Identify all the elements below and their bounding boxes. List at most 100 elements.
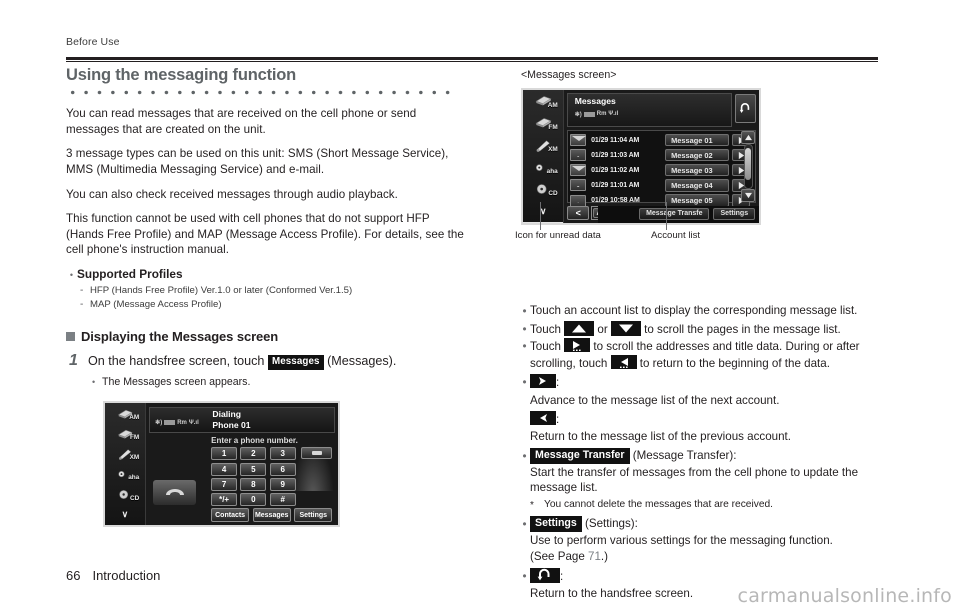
key-3[interactable]: 3 <box>269 447 296 461</box>
note-6-label: (Settings): <box>581 516 638 530</box>
note-5-text: Message Transfer (Message Transfer): Sta… <box>530 447 879 514</box>
profile-item-map: - MAP (Message Access Profile) <box>80 298 466 312</box>
settings-button[interactable]: Settings <box>294 508 333 522</box>
message-list[interactable]: 01/29 11:04 AM Message 01 01/29 11:03 AM… <box>567 129 757 207</box>
previous-account-button[interactable]: < <box>567 206 590 220</box>
side-item-aha[interactable]: aha <box>523 156 563 178</box>
side-item-more[interactable]: ∨ <box>523 200 563 222</box>
supported-profiles-bullet: • Supported Profiles <box>66 267 466 284</box>
dial-title: Dialing <box>212 409 242 420</box>
see-page-number[interactable]: 71 <box>588 550 601 563</box>
message-date: 01/29 11:02 AM <box>591 166 640 174</box>
key-8[interactable]: 8 <box>240 477 267 491</box>
key-hash[interactable]: # <box>269 493 296 506</box>
return-key-chip <box>530 567 560 583</box>
battery-icon <box>583 111 595 117</box>
key-7[interactable]: 7 <box>211 477 238 491</box>
note-6-reference: (See Page 71.) <box>530 549 879 565</box>
messages-button[interactable]: Messages <box>252 508 291 522</box>
dial-status-icons: ✻) Rm Ψ.ıl <box>155 419 199 427</box>
paragraph-3: You can also check received messages thr… <box>66 187 398 201</box>
unread-envelope-icon <box>570 134 587 146</box>
message-title[interactable]: Message 03 <box>665 164 730 177</box>
phone-handset-icon <box>165 488 184 495</box>
triangle-up-icon <box>744 134 752 141</box>
page-scroll-controls[interactable] <box>741 131 756 202</box>
dial-bottom-bar[interactable]: Contacts Messages Settings <box>211 508 333 522</box>
delete-key-button[interactable] <box>301 447 333 459</box>
key-5[interactable]: 5 <box>240 462 267 476</box>
side-item-more[interactable]: ∨ <box>105 505 145 525</box>
subsection-heading: Displaying the Messages screen <box>66 329 466 344</box>
side-item-aha-label: aha <box>128 474 140 482</box>
step-text: On the handsfree screen, touch Messages … <box>88 353 396 371</box>
messages-screen-caption: <Messages screen> <box>521 69 617 81</box>
key-star-plus[interactable]: */+ <box>211 493 238 506</box>
unread-envelope-icon <box>570 164 587 177</box>
side-item-fm-label: FM <box>129 433 140 441</box>
messages-status-icons: ✻) Rm Ψ.ıl <box>575 111 619 118</box>
note-6-text: Settings (Settings): Use to perform vari… <box>530 515 879 565</box>
messages-bottom-bar[interactable]: Message Transfe Settings <box>598 205 759 223</box>
bullet-dot-icon: • <box>522 305 527 318</box>
handsfree-screen-figure: AM FM XM aha CD ∨ Dialing Phone 01 ✻) Rm… <box>103 401 340 528</box>
message-row[interactable]: 01/29 11:03 AM Message 02 <box>570 148 753 162</box>
scrollbar-track[interactable] <box>743 144 753 189</box>
chevron-right-icon <box>539 377 546 386</box>
key-1[interactable]: 1 <box>211 447 238 461</box>
page-number: 66 <box>66 568 81 583</box>
message-transfer-button[interactable]: Message Transfe <box>639 208 710 220</box>
side-item-phone[interactable]: Phone <box>105 524 145 526</box>
bullet-dot-icon: • <box>522 376 527 390</box>
side-item-aha-label: aha <box>546 167 558 175</box>
key-4[interactable]: 4 <box>211 462 238 476</box>
paragraph-2: 3 message types can be used on this unit… <box>66 147 449 176</box>
message-transfer-key-chip: Message Transfer <box>530 447 630 464</box>
dial-keypad[interactable]: 1 2 3 4 5 6 7 8 9 */+ 0 # <box>211 447 296 506</box>
note-2-mid: or <box>594 322 611 336</box>
key-6[interactable]: 6 <box>269 462 296 476</box>
side-item-aha[interactable]: aha <box>105 464 145 484</box>
message-title[interactable]: Message 01 <box>665 133 730 147</box>
profile-map-text: MAP (Message Access Profile) <box>90 299 222 311</box>
side-item-xm[interactable]: XM <box>523 134 563 156</box>
call-button[interactable] <box>153 480 196 505</box>
roaming-label: Rm <box>177 419 187 426</box>
side-item-fm[interactable]: FM <box>523 112 563 134</box>
message-row[interactable]: 01/29 11:04 AM Message 01 <box>570 133 753 147</box>
scroll-down-button[interactable] <box>741 189 756 202</box>
device-source-sidebar[interactable]: AM FM XM aha CD ∨ <box>523 90 565 223</box>
side-item-cd[interactable]: CD <box>105 484 145 504</box>
note-4-text: : Advance to the message list of the nex… <box>530 374 879 444</box>
note-4-next-desc: Advance to the message list of the next … <box>530 393 780 407</box>
scroll-up-button[interactable] <box>741 131 756 144</box>
side-item-xm[interactable]: XM <box>105 444 145 464</box>
side-item-am[interactable]: AM <box>105 403 145 423</box>
settings-button[interactable]: Settings <box>713 208 756 220</box>
scroll-up-key-chip <box>564 320 595 336</box>
scroll-back-key-chip <box>610 354 637 369</box>
note-3-suffix: to return to the beginning of the data. <box>636 356 830 370</box>
key-2[interactable]: 2 <box>240 447 267 461</box>
message-row[interactable]: 01/29 11:01 AM Message 04 <box>570 179 753 192</box>
key-0[interactable]: 0 <box>240 493 267 506</box>
bluetooth-icon: ✻) <box>574 111 582 118</box>
triangle-down-icon <box>618 324 633 333</box>
scroll-forward-key-chip <box>564 338 591 353</box>
bullet-dot-icon: • <box>522 340 527 354</box>
side-item-phone[interactable]: Phone <box>523 222 564 223</box>
read-envelope-icon <box>570 179 587 192</box>
back-button[interactable] <box>734 93 757 124</box>
key-9[interactable]: 9 <box>269 477 296 491</box>
scrollbar-thumb[interactable] <box>745 147 752 180</box>
side-item-cd[interactable]: CD <box>523 178 563 200</box>
side-item-fm[interactable]: FM <box>105 424 145 444</box>
handsfree-screen-body: Dialing Phone 01 ✻) Rm Ψ.ıl Enter a phon… <box>146 403 338 525</box>
message-row[interactable]: 01/29 11:02 AM Message 03 <box>570 164 753 177</box>
side-item-am[interactable]: AM <box>523 90 563 112</box>
message-title[interactable]: Message 04 <box>665 179 730 192</box>
colon: : <box>556 376 560 390</box>
device-source-sidebar[interactable]: AM FM XM aha CD ∨ <box>105 403 146 526</box>
contacts-button[interactable]: Contacts <box>211 508 250 522</box>
message-title[interactable]: Message 02 <box>665 148 730 162</box>
